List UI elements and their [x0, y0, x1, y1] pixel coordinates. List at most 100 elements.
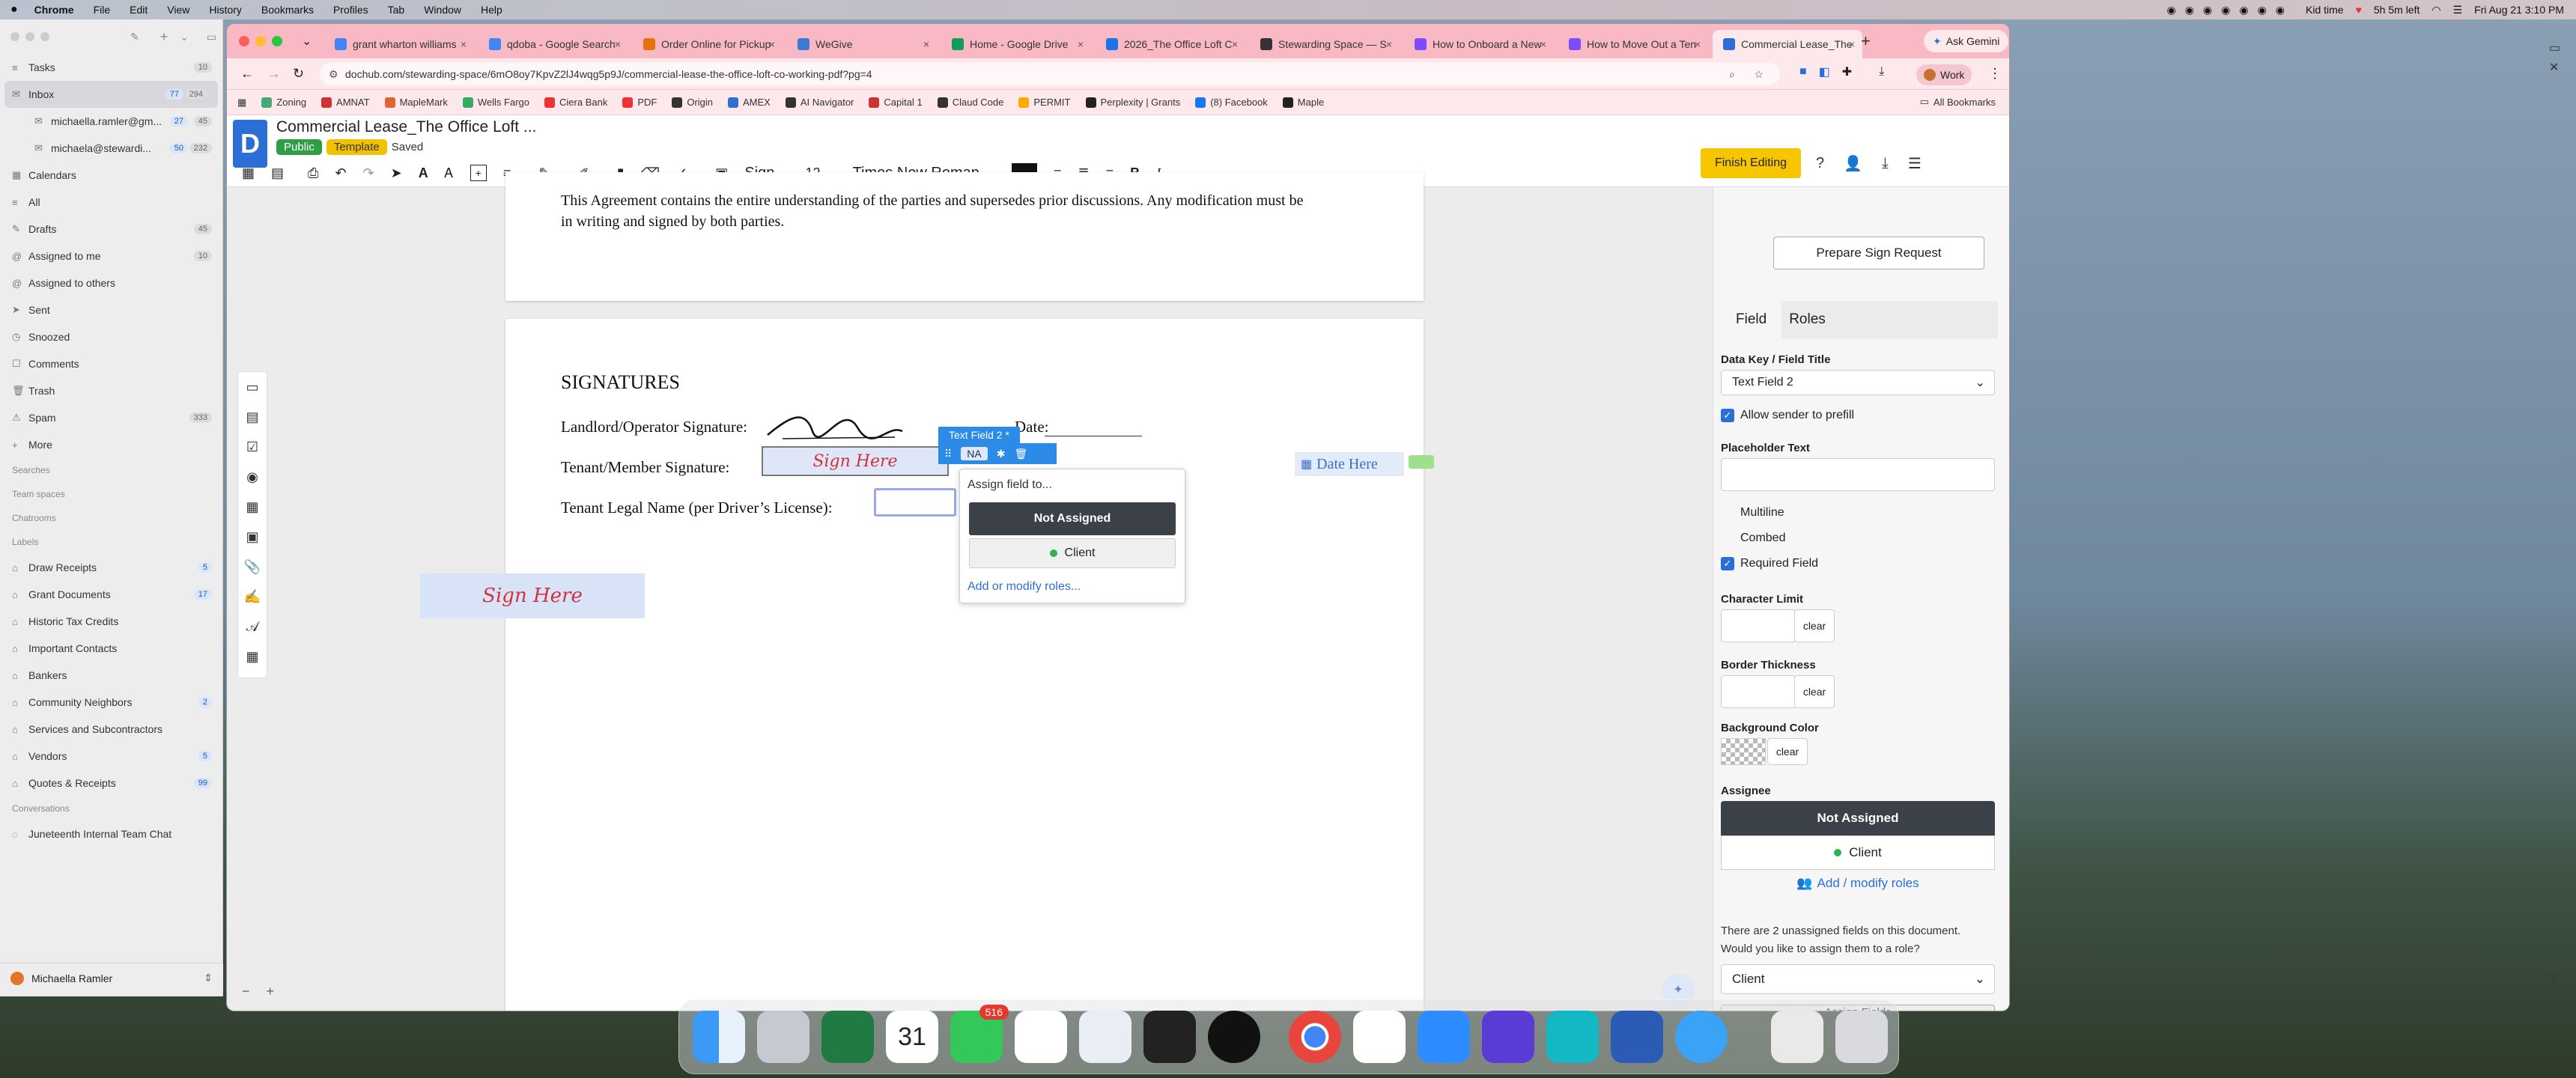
- menu-item[interactable]: File: [94, 4, 111, 16]
- menu-item[interactable]: History: [209, 4, 242, 16]
- extension-icon[interactable]: ◧: [1819, 64, 1830, 79]
- allow-prefill-checkbox[interactable]: ✓ Allow sender to prefill: [1721, 409, 1854, 422]
- browser-tab[interactable]: WeGive ×: [787, 30, 937, 58]
- window-zoom-button[interactable]: [272, 36, 282, 46]
- close-tab-icon[interactable]: ×: [461, 38, 467, 50]
- chrome-menu-icon[interactable]: ⋮: [1988, 66, 2002, 82]
- pin-icon[interactable]: ✕: [2549, 60, 2559, 75]
- menu-item[interactable]: View: [167, 4, 189, 16]
- safari-icon[interactable]: [1675, 1011, 1728, 1063]
- bookmark-item[interactable]: AI Navigator: [785, 97, 854, 108]
- word-icon[interactable]: [1611, 1011, 1663, 1063]
- delete-field-icon[interactable]: 🗑: [1014, 448, 1027, 460]
- drag-handle-icon[interactable]: ⠿: [944, 448, 952, 460]
- messages-icon[interactable]: 516: [950, 1005, 1009, 1063]
- mail-nav-item[interactable]: ▦ Calendars: [0, 162, 222, 189]
- back-icon[interactable]: ←: [240, 66, 254, 82]
- border-clear-button[interactable]: clear: [1794, 675, 1835, 708]
- mail-nav-item[interactable]: + More: [0, 431, 222, 458]
- label-item[interactable]: ⌂ Community Neighbors 2: [0, 689, 222, 716]
- char-limit-clear-button[interactable]: clear: [1794, 609, 1835, 642]
- role-select[interactable]: Client ⌄: [1721, 964, 1995, 994]
- tab-field[interactable]: Field: [1721, 301, 1782, 338]
- mail-nav-item[interactable]: ☐ Comments: [0, 350, 222, 377]
- window-zoom-button[interactable]: [40, 32, 49, 41]
- mail-nav-item[interactable]: ✉ Inbox 77 294: [4, 81, 218, 108]
- window-close-button[interactable]: [239, 36, 249, 46]
- zoom-out-icon[interactable]: −: [242, 984, 250, 999]
- background-clear-button[interactable]: clear: [1767, 738, 1808, 765]
- menu-item[interactable]: Window: [424, 4, 461, 16]
- apps-grid-icon[interactable]: ▦: [237, 97, 246, 109]
- bookmark-item[interactable]: PERMIT: [1018, 97, 1071, 108]
- app-icon[interactable]: [1208, 1011, 1260, 1063]
- prepare-sign-request-button[interactable]: Prepare Sign Request: [1773, 237, 1984, 270]
- documents-stack-icon[interactable]: [1771, 1011, 1823, 1063]
- window-minimize-button[interactable]: [25, 32, 34, 41]
- mail-nav-item[interactable]: ✎ Drafts 45: [0, 216, 222, 243]
- menu-icon[interactable]: ☰: [1908, 154, 1922, 173]
- zoom-icon[interactable]: [1418, 1011, 1470, 1063]
- combed-checkbox[interactable]: Combed: [1721, 532, 1785, 545]
- bookmark-item[interactable]: PDF: [622, 97, 657, 108]
- checkbox-tool-icon[interactable]: ☑: [238, 432, 267, 462]
- bookmark-item[interactable]: Claud Code: [937, 97, 1003, 108]
- char-limit-input[interactable]: [1721, 609, 1796, 642]
- menu-item[interactable]: Bookmarks: [261, 4, 314, 16]
- close-tab-icon[interactable]: ×: [1695, 38, 1701, 50]
- browser-tab[interactable]: How to Move Out a Ten ×: [1558, 30, 1708, 58]
- public-badge[interactable]: Public: [276, 139, 322, 155]
- redo-icon[interactable]: ↷: [363, 165, 374, 181]
- bookmark-item[interactable]: Zoning: [261, 97, 306, 108]
- section-conversations[interactable]: Conversations: [0, 797, 222, 820]
- close-tab-icon[interactable]: ×: [1386, 38, 1392, 50]
- grammarly-icon[interactable]: [1482, 1011, 1534, 1063]
- chrome-icon[interactable]: [1289, 1011, 1341, 1063]
- control-center-icon[interactable]: ☰: [2453, 4, 2463, 16]
- sidebar-toggle-icon[interactable]: ▭: [2549, 40, 2560, 55]
- browser-tab[interactable]: How to Onboard a New ×: [1404, 30, 1554, 58]
- bookmark-item[interactable]: Perplexity | Grants: [1085, 97, 1180, 108]
- add-modify-roles-link[interactable]: 👥 Add / modify roles: [1721, 876, 1995, 891]
- capcut-icon[interactable]: [1079, 1011, 1131, 1063]
- select-cursor-icon[interactable]: ➤: [391, 165, 402, 181]
- clickup-icon[interactable]: [1015, 1011, 1067, 1063]
- voice-memos-icon[interactable]: [1143, 1011, 1196, 1063]
- help-icon[interactable]: ?: [1816, 155, 1824, 172]
- signature-tool-icon[interactable]: ✍: [238, 582, 267, 612]
- artstudio-icon[interactable]: [1353, 1011, 1406, 1063]
- bookmark-item[interactable]: Wells Fargo: [462, 97, 529, 108]
- bookmark-item[interactable]: Origin: [672, 97, 713, 108]
- browser-tab[interactable]: Commercial Lease_The ×: [1713, 30, 1862, 58]
- table-icon[interactable]: ▤: [271, 165, 284, 181]
- clock-label[interactable]: Fri Aug 21 3:10 PM: [2474, 4, 2564, 16]
- reload-icon[interactable]: ↻: [293, 66, 304, 82]
- label-item[interactable]: ⌂ Vendors 5: [0, 743, 222, 770]
- label-item[interactable]: ⌂ Important Contacts: [0, 635, 222, 662]
- section-searches[interactable]: Searches: [0, 458, 222, 482]
- assignee-client-button[interactable]: Client: [1721, 835, 1995, 870]
- window-minimize-button[interactable]: [255, 36, 266, 46]
- required-asterisk-icon[interactable]: ✱: [997, 448, 1006, 460]
- border-thickness-input[interactable]: [1721, 675, 1796, 708]
- multiline-checkbox[interactable]: Multiline: [1721, 506, 1784, 520]
- text-size-icon[interactable]: Ꭺ: [445, 165, 454, 181]
- close-tab-icon[interactable]: ×: [1232, 38, 1238, 50]
- download-icon[interactable]: ⤓: [1879, 65, 1884, 79]
- close-tab-icon[interactable]: ×: [1540, 38, 1546, 50]
- bookmark-item[interactable]: AMNAT: [321, 97, 370, 108]
- close-tab-icon[interactable]: ×: [1849, 38, 1855, 50]
- calendar-tool-icon[interactable]: ▦: [238, 642, 267, 672]
- excel-icon[interactable]: [821, 1011, 874, 1063]
- all-bookmarks-button[interactable]: ▭ All Bookmarks: [1920, 96, 1996, 108]
- initials-tool-icon[interactable]: 𝒜: [238, 612, 267, 642]
- print-icon[interactable]: ⎙: [308, 165, 318, 181]
- close-tab-icon[interactable]: ×: [769, 38, 775, 50]
- mail-nav-item[interactable]: ✉ michaela@stewardi... 50 232: [0, 135, 222, 162]
- required-checkbox[interactable]: ✓ Required Field: [1721, 557, 1818, 570]
- attachment-tool-icon[interactable]: 📎: [238, 552, 267, 582]
- bookmark-item[interactable]: AMEX: [728, 97, 771, 108]
- conversation-item[interactable]: ◌ Juneteenth Internal Team Chat: [0, 820, 222, 847]
- tab-roles[interactable]: Roles: [1781, 301, 1833, 338]
- browser-tab[interactable]: Order Online for Pickup ×: [633, 30, 783, 58]
